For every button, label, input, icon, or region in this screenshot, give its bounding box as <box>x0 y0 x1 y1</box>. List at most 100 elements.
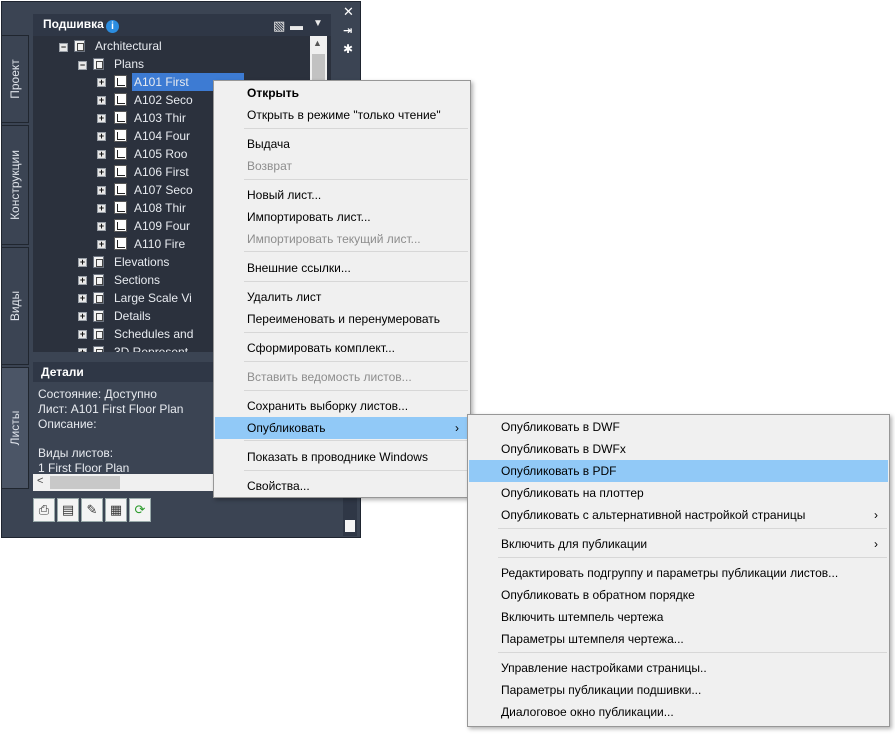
menu-item[interactable]: Параметры штемпеля чертежа... <box>469 628 888 650</box>
menu-item[interactable]: Опубликовать в DWFx <box>469 438 888 460</box>
tree-subset-item[interactable]: Schedules and <box>114 325 193 343</box>
publish-icon[interactable]: ⎙ <box>33 498 55 522</box>
sheet-set-node-icon <box>74 40 85 52</box>
expand-icon[interactable]: + <box>97 186 106 195</box>
side-icon[interactable] <box>345 520 355 532</box>
tree-sheet-item[interactable]: A110 Fire <box>132 235 185 253</box>
tree-sheet-item[interactable]: A104 Four <box>132 127 190 145</box>
menu-separator <box>244 440 468 441</box>
tree-subset-item[interactable]: Elevations <box>114 253 169 271</box>
sheet-icon <box>114 183 127 196</box>
details-status: Состояние: Доступно <box>38 387 157 401</box>
menu-item[interactable]: Выдача <box>215 133 469 155</box>
new-sheet-icon[interactable]: ▤ <box>57 498 79 522</box>
collapse-icon[interactable]: − <box>78 61 87 70</box>
menu-item[interactable]: Опубликовать в DWF <box>469 416 888 438</box>
sheet-properties-icon[interactable]: ✎ <box>81 498 103 522</box>
tree-subset-item[interactable]: Large Scale Vi <box>114 289 192 307</box>
subset-icon <box>93 346 104 352</box>
sheet-set-icon[interactable]: ▧ <box>273 18 285 34</box>
palette-side-buttons: ✕ ⇥ ✱ <box>339 2 359 62</box>
menu-item[interactable]: Опубликовать › <box>215 417 469 439</box>
subset-icon <box>93 274 104 286</box>
menu-item[interactable]: Управление настройками страницы.. <box>469 657 888 679</box>
expand-icon[interactable]: + <box>78 276 87 285</box>
menu-item[interactable]: Опубликовать в PDF <box>469 460 888 482</box>
menu-separator <box>244 281 468 282</box>
tab-views[interactable]: Виды <box>1 247 29 365</box>
expand-icon[interactable]: + <box>78 348 87 352</box>
menu-item[interactable]: Опубликовать на плоттер <box>469 482 888 504</box>
menu-separator <box>244 390 468 391</box>
expand-icon[interactable]: + <box>97 150 106 159</box>
tree-sheet-item[interactable]: A103 Thir <box>132 109 186 127</box>
expand-icon[interactable]: + <box>97 96 106 105</box>
tree-sheet-item[interactable]: A105 Roo <box>132 145 187 163</box>
tree-node-plans[interactable]: Plans <box>114 55 144 73</box>
sheet-icon <box>114 93 127 106</box>
expand-icon[interactable]: + <box>78 258 87 267</box>
menu-item: Импортировать текущий лист... <box>247 232 421 246</box>
expand-icon[interactable]: + <box>97 114 106 123</box>
tree-subset-item[interactable]: Details <box>114 307 151 325</box>
tree-sheet-item[interactable]: A107 Seco <box>132 181 193 199</box>
h-scrollbar-thumb[interactable] <box>50 476 120 489</box>
tree-sheet-item[interactable]: A102 Seco <box>132 91 193 109</box>
menu-item[interactable]: Включить штемпель чертежа <box>469 606 888 628</box>
expand-icon[interactable]: + <box>97 78 106 87</box>
tree-subset-item[interactable]: 3D Represent <box>114 343 188 352</box>
menu-item[interactable]: Переименовать и перенумеровать <box>215 308 469 330</box>
sheet-list-icon[interactable]: ▦ <box>105 498 127 522</box>
menu-item[interactable]: Сформировать комплект... <box>215 337 469 359</box>
expand-icon[interactable]: + <box>78 294 87 303</box>
menu-item[interactable]: Новый лист... <box>215 184 469 206</box>
menu-item[interactable]: Параметры публикации подшивки... <box>469 679 888 701</box>
sheet-icon <box>114 147 127 160</box>
scroll-left-icon[interactable]: < <box>37 475 43 487</box>
close-icon[interactable]: ✕ <box>343 4 354 20</box>
menu-item[interactable]: Внешние ссылки... <box>215 257 469 279</box>
tree-subset-item[interactable]: Sections <box>114 271 160 289</box>
menu-item[interactable]: Показать в проводнике Windows <box>215 446 469 468</box>
tree-sheet-item[interactable]: A109 Four <box>132 217 190 235</box>
menu-item[interactable]: Опубликовать с альтернативной настройкой… <box>469 504 888 526</box>
sheet-icon <box>114 237 127 250</box>
tab-sheets[interactable]: Листы <box>1 367 29 489</box>
subset-icon <box>93 328 104 340</box>
menu-separator <box>498 557 887 558</box>
tree-sheet-item[interactable]: A108 Thir <box>132 199 186 217</box>
menu-item[interactable]: Открыть в режиме "только чтение" <box>215 104 469 126</box>
menu-item[interactable]: Удалить лист <box>215 286 469 308</box>
info-icon[interactable]: i <box>106 20 119 33</box>
refresh-icon[interactable]: ⟳ <box>129 498 151 522</box>
properties-icon[interactable]: ✱ <box>343 42 353 56</box>
expand-icon[interactable]: + <box>78 312 87 321</box>
tree-sheet-item[interactable]: A106 First <box>132 163 189 181</box>
menu-item[interactable]: Свойства... <box>215 475 469 497</box>
folder-icon[interactable]: ▬ <box>290 18 303 33</box>
chevron-down-icon[interactable]: ▼ <box>313 18 323 29</box>
expand-icon[interactable]: + <box>97 240 106 249</box>
expand-icon[interactable]: + <box>97 168 106 177</box>
menu-separator <box>244 128 468 129</box>
tab-structures[interactable]: Конструкции <box>1 125 29 245</box>
menu-item[interactable]: Сохранить выборку листов... <box>215 395 469 417</box>
collapse-icon[interactable]: − <box>59 43 68 52</box>
menu-separator <box>498 528 887 529</box>
scroll-up-icon[interactable]: ▲ <box>313 38 322 48</box>
expand-icon[interactable]: + <box>78 330 87 339</box>
auto-hide-icon[interactable]: ⇥ <box>343 24 352 37</box>
expand-icon[interactable]: + <box>97 204 106 213</box>
menu-item[interactable]: Диалоговое окно публикации... <box>469 701 888 723</box>
sheet-icon <box>114 75 127 88</box>
menu-item[interactable]: Опубликовать в обратном порядке <box>469 584 888 606</box>
tab-project[interactable]: Проект <box>1 35 29 123</box>
menu-item[interactable]: Импортировать лист... <box>215 206 469 228</box>
menu-item[interactable]: Открыть <box>215 82 469 104</box>
tree-node-architectural[interactable]: Architectural <box>95 37 162 55</box>
expand-icon[interactable]: + <box>97 132 106 141</box>
menu-item[interactable]: Редактировать подгруппу и параметры публ… <box>469 562 888 584</box>
expand-icon[interactable]: + <box>97 222 106 231</box>
menu-item[interactable]: Включить для публикации › <box>469 533 888 555</box>
subset-icon <box>93 310 104 322</box>
